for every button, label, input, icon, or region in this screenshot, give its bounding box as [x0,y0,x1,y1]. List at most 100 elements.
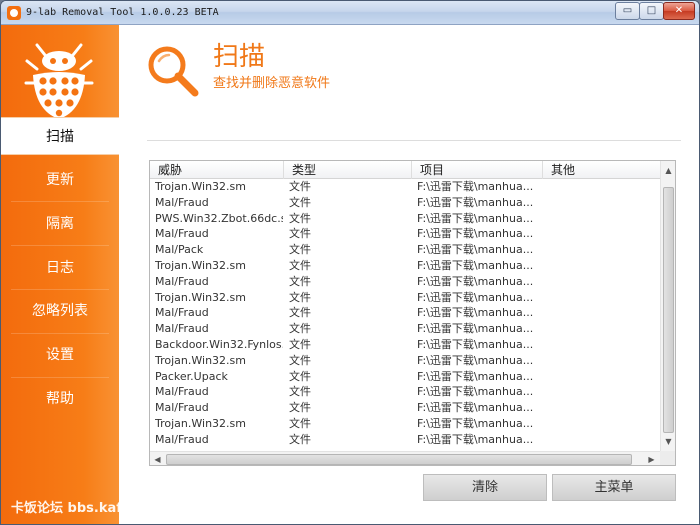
column-header-item[interactable]: 项目 [412,161,543,179]
item-cell: F:\迅雷下载\manhua... [417,432,534,446]
type-cell: 文件 [289,306,311,320]
type-cell: 文件 [289,416,311,430]
scrollbar-corner [660,451,675,465]
sidebar-divider [11,333,109,334]
page-title: 扫描 [213,42,266,72]
table-row[interactable]: PWS.Win32.Zbot.66dc.s... 文件 F:\迅雷下载\manhua… [150,211,660,227]
threat-cell: Packer.Upack [155,369,228,383]
item-cell: F:\迅雷下载\manhua... [417,180,534,193]
item-cell: F:\迅雷下载\manhua... [417,416,534,430]
threat-cell: Mal/Fraud [155,401,209,415]
bug-logo-icon [24,43,94,119]
vertical-scroll-thumb[interactable] [663,187,674,433]
type-cell: 文件 [289,337,311,351]
threat-cell: Mal/Pack [155,243,204,257]
close-button[interactable]: ✕ [663,2,695,20]
header-divider [147,140,681,141]
table-row[interactable]: Backdoor.Win32.Fynlos... 文件 F:\迅雷下载\manhua… [150,337,660,353]
table-row[interactable]: Mal/Fraud 文件 F:\迅雷下载\manhua... [150,321,660,337]
sidebar-item-label: 扫描 [46,129,74,145]
type-cell: 文件 [289,353,311,367]
sidebar-item-quarantine[interactable]: 隔离 [1,205,119,243]
sidebar-divider [11,289,109,290]
app-icon [7,6,21,20]
threat-cell: Mal/Fraud [155,274,209,288]
other-cell [550,258,655,274]
scroll-up-arrow-icon[interactable]: ▲ [661,163,675,178]
scroll-left-arrow-icon[interactable]: ◀ [150,452,165,465]
window-title: 9-lab Removal Tool 1.0.0.23 BETA [26,7,219,18]
table-row[interactable]: Trojan.Win32.sm 文件 F:\迅雷下载\manhua... [150,353,660,369]
threat-cell: Trojan.Win32.sm [155,353,246,367]
horizontal-scroll-thumb[interactable] [166,454,632,465]
item-cell: F:\迅雷下载\manhua... [417,385,534,399]
threat-cell: Trojan.Win32.sm [155,258,246,272]
table-row[interactable]: Trojan.Win32.sm 文件 F:\迅雷下载\manhua... [150,258,660,274]
column-header-other[interactable]: 其他 [543,161,660,179]
other-cell [550,337,655,353]
item-cell: F:\迅雷下载\manhua... [417,401,534,415]
type-cell: 文件 [289,369,311,383]
sidebar-item-label: 隔离 [46,216,74,232]
item-cell: F:\迅雷下载\manhua... [417,353,534,367]
type-cell: 文件 [289,274,311,288]
scroll-right-arrow-icon[interactable]: ▶ [644,452,659,465]
horizontal-scrollbar[interactable]: ◀ ▶ [150,451,660,465]
threat-cell: PWS.Win32.Zbot.66dc.s... [155,211,283,225]
maximize-icon: □ [646,5,657,16]
type-cell: 文件 [289,322,311,336]
table-row[interactable]: Trojan.Win32.sm 文件 F:\迅雷下载\manhua... [150,179,660,195]
other-cell [550,432,655,448]
other-cell [550,242,655,258]
table-row[interactable]: Mal/Fraud 文件 F:\迅雷下载\manhua... [150,274,660,290]
table-row[interactable]: Mal/Fraud 文件 F:\迅雷下载\manhua... [150,384,660,400]
table-row[interactable]: Mal/Fraud 文件 F:\迅雷下载\manhua... [150,226,660,242]
sidebar-item-scan[interactable]: 扫描 [1,117,119,155]
column-header-threat[interactable]: 威胁 [150,161,284,179]
scroll-down-arrow-icon[interactable]: ▼ [661,434,675,449]
table-row[interactable]: Trojan.Win32.sm 文件 F:\迅雷下载\manhua... [150,290,660,306]
sidebar-item-label: 日志 [46,260,74,276]
minimize-icon: ▭ [622,5,633,16]
other-cell [550,290,655,306]
item-cell: F:\迅雷下载\manhua... [417,243,534,257]
maximize-button[interactable]: □ [639,2,664,20]
item-cell: F:\迅雷下载\manhua... [417,195,534,209]
table-row[interactable]: Trojan.Win32.sm 文件 F:\迅雷下载\manhua... [150,416,660,432]
item-cell: F:\迅雷下载\manhua... [417,227,534,241]
main-panel: 扫描 查找并删除恶意软件 威胁 类型 项目 其他 Trojan.Win32.sm… [119,25,699,524]
column-header-type[interactable]: 类型 [284,161,412,179]
table-row[interactable]: Mal/Fraud 文件 F:\迅雷下载\manhua... [150,305,660,321]
sidebar-item-help[interactable]: 帮助 [1,380,119,418]
table-row[interactable]: Mal/Pack 文件 F:\迅雷下载\manhua... [150,242,660,258]
minimize-button[interactable]: ▭ [615,2,640,20]
main-menu-button[interactable]: 主菜单 [552,474,676,501]
vertical-scrollbar[interactable]: ▲ ▼ [660,161,675,451]
sidebar-item-ignore-list[interactable]: 忽略列表 [1,292,119,330]
type-cell: 文件 [289,180,311,193]
type-cell: 文件 [289,385,311,399]
item-cell: F:\迅雷下载\manhua... [417,337,534,351]
table-row[interactable]: Mal/Fraud 文件 F:\迅雷下载\manhua... [150,432,660,448]
type-cell: 文件 [289,401,311,415]
sidebar-divider [11,201,109,202]
table-row[interactable]: Packer.Upack 文件 F:\迅雷下载\manhua... [150,369,660,385]
table-row[interactable]: Mal/Fraud 文件 F:\迅雷下载\manhua... [150,400,660,416]
table-row[interactable]: Mal/Fraud 文件 F:\迅雷下载\manhua... [150,195,660,211]
item-cell: F:\迅雷下载\manhua... [417,306,534,320]
type-cell: 文件 [289,243,311,257]
other-cell [550,353,655,369]
sidebar-divider [11,377,109,378]
sidebar-item-settings[interactable]: 设置 [1,336,119,374]
sidebar-item-log[interactable]: 日志 [1,249,119,287]
threat-cell: Backdoor.Win32.Fynlos... [155,337,283,351]
type-cell: 文件 [289,227,311,241]
title-bar[interactable]: 9-lab Removal Tool 1.0.0.23 BETA ▭ □ ✕ [1,1,699,25]
threat-list[interactable]: 威胁 类型 项目 其他 Trojan.Win32.sm 文件 F:\迅雷下载\man… [149,160,676,466]
page-subtitle: 查找并删除恶意软件 [213,76,331,91]
threat-cell: Mal/Fraud [155,322,209,336]
list-header: 威胁 类型 项目 其他 [150,161,660,179]
clear-button[interactable]: 清除 [423,474,547,501]
sidebar-item-update[interactable]: 更新 [1,161,119,199]
item-cell: F:\迅雷下载\manhua... [417,322,534,336]
